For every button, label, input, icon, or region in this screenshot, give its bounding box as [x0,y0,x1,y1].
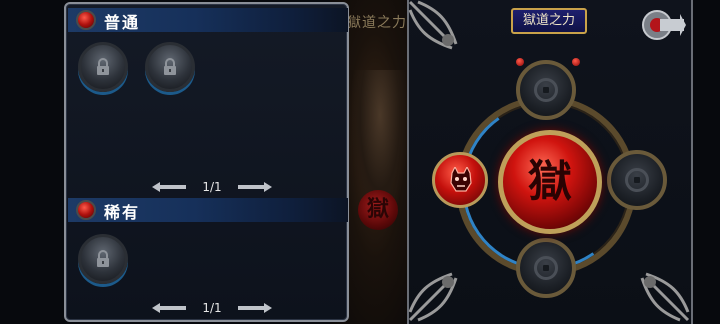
scene-title: 獄道之力 [347,15,407,31]
skill-slot-right[interactable] [607,150,667,210]
locked-skill-slot[interactable] [145,42,195,92]
arrow-right-icon[interactable] [238,303,272,313]
statue-gem: 獄 [358,190,398,230]
arrow-right-icon[interactable] [238,182,272,192]
skill-slot-top[interactable] [516,60,576,120]
gem-icon [76,10,96,30]
skill-slot-bottom[interactable] [516,238,576,298]
gem-icon [76,200,96,220]
section-normal-title: 普通 [104,13,141,32]
normal-pager: 1/1 [152,179,272,195]
lock-icon [97,250,109,267]
arrow-left-icon[interactable] [152,303,186,313]
ornament-icon [640,272,690,322]
lock-icon [164,58,176,75]
red-stud [572,58,580,66]
panel-title: 獄道之力 [511,8,587,34]
center-skill-orb[interactable]: 獄 [498,130,602,234]
arrow-left-icon[interactable] [152,182,186,192]
page-indicator: 1/1 [202,301,222,315]
locked-skill-slot[interactable] [78,234,128,284]
page-indicator: 1/1 [202,180,222,194]
lock-icon [97,58,109,75]
demon-mask-icon [450,167,472,192]
section-rare-title: 稀有 [104,203,141,222]
back-icon[interactable] [640,8,686,42]
ornament-icon [408,0,458,50]
demon-skill-slot[interactable] [432,152,488,208]
rare-pager: 1/1 [152,300,272,316]
locked-skill-slot[interactable] [78,42,128,92]
red-stud [516,58,524,66]
ornament-icon [408,272,458,322]
